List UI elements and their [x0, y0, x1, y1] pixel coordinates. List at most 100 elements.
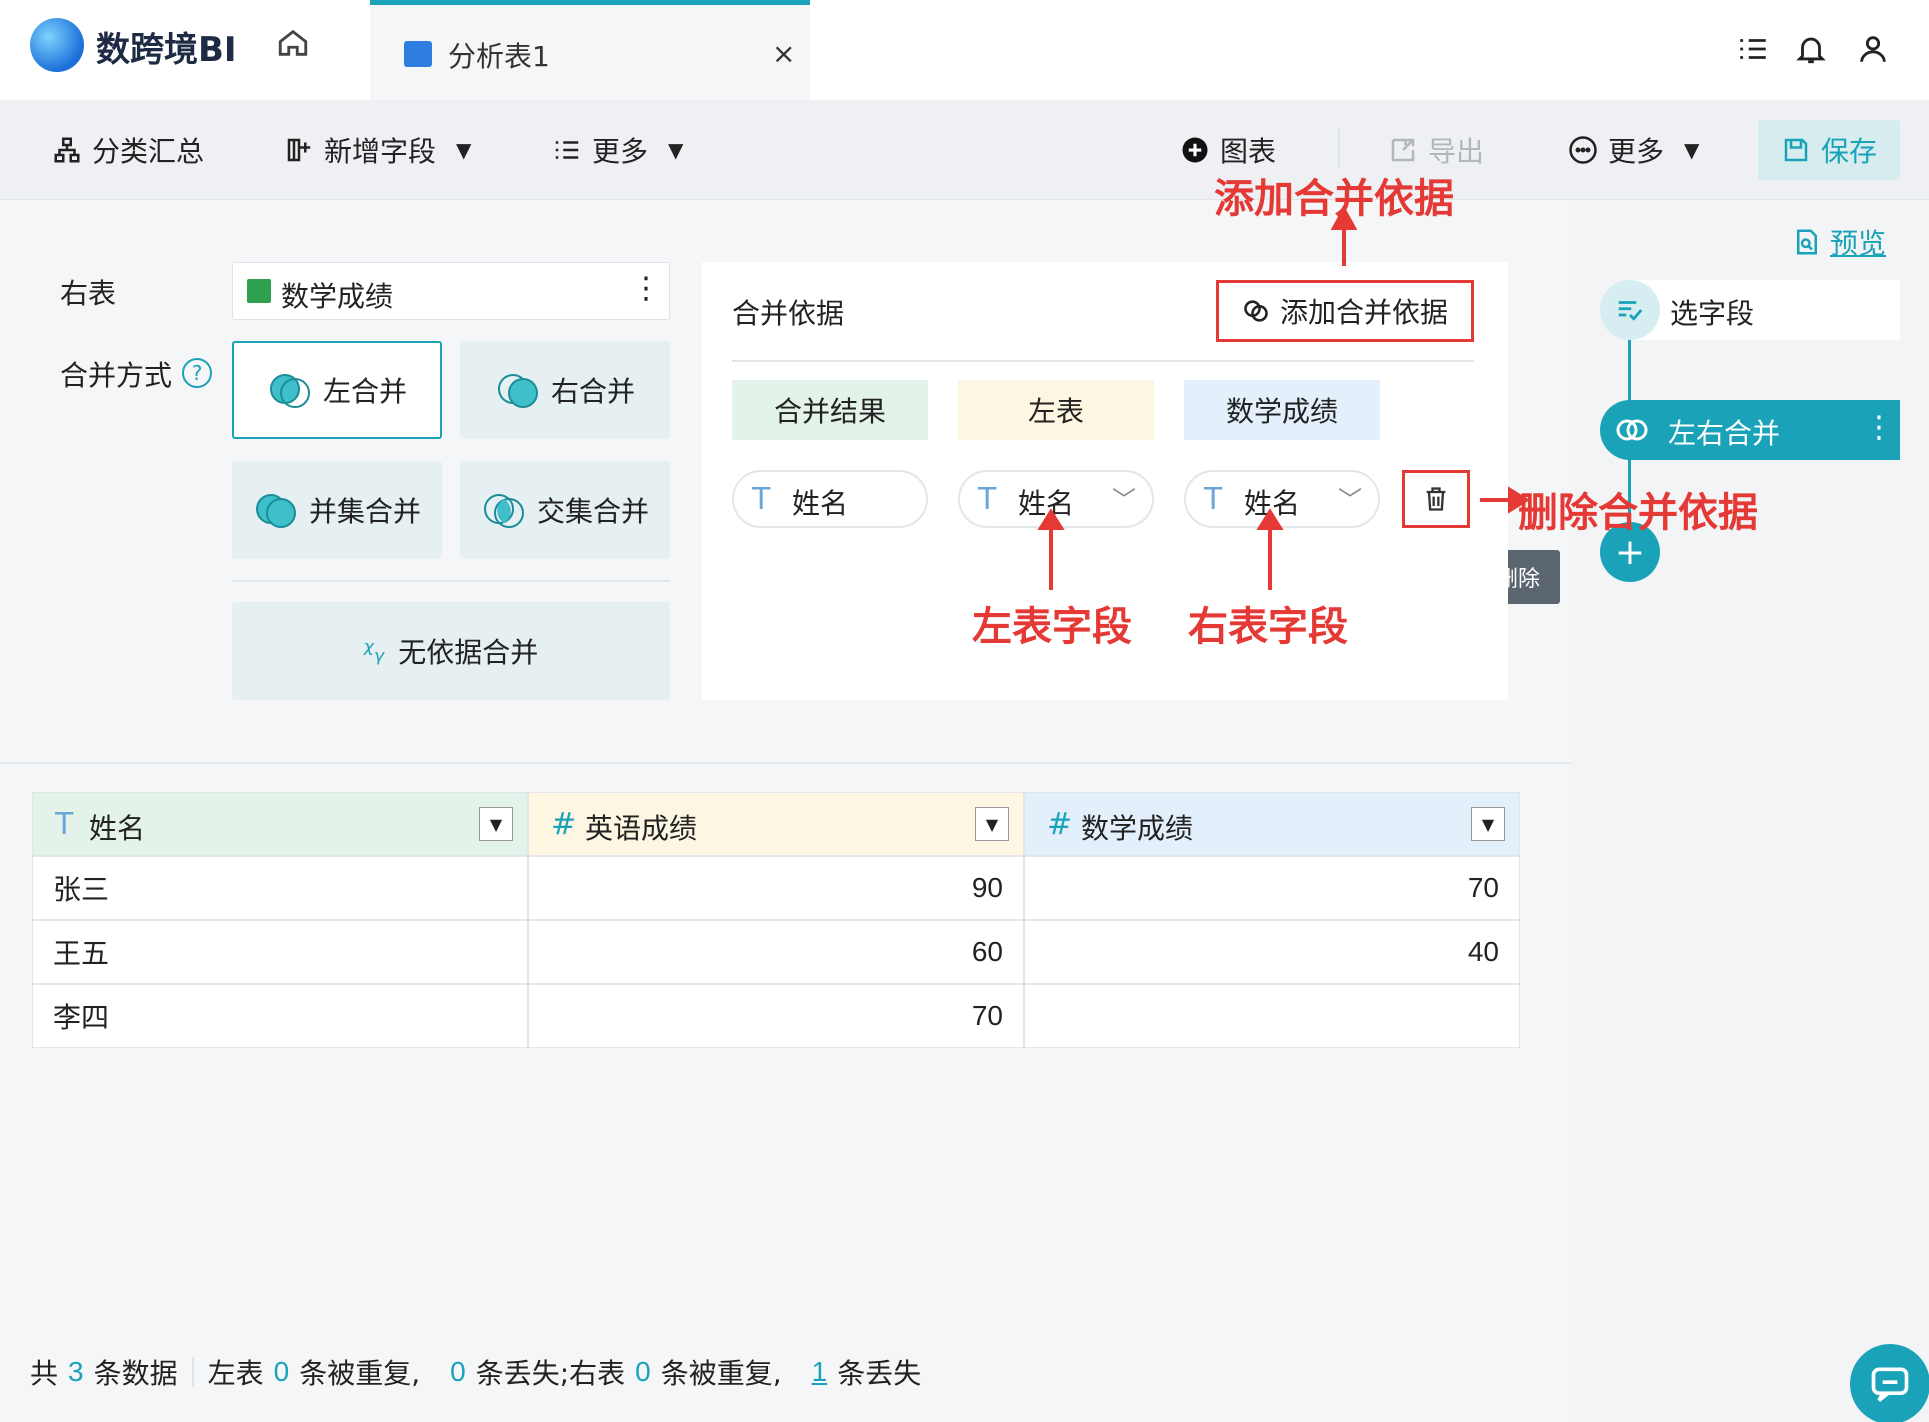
right-field-value: 姓名 [1244, 487, 1301, 520]
caret-down-icon: ▼ [1684, 138, 1700, 162]
right-table-select[interactable]: 数学成绩 ⋮ [232, 262, 670, 320]
footer-text: 条丢失; [475, 1357, 570, 1390]
step-merge-label: 左右合并 [1668, 417, 1781, 450]
ellipsis-circle-icon [1569, 136, 1597, 164]
right-dup-count: 0 [635, 1356, 651, 1387]
mode-right-merge[interactable]: 右合并 [460, 341, 670, 439]
hierarchy-icon [54, 137, 80, 163]
data-table: T 姓名 ▼ # 英语成绩 ▼ # 数学成绩 ▼ 张三 90 70 王五 60 … [32, 792, 1520, 1048]
logo-text: 数跨境BI [96, 30, 237, 70]
chart-button[interactable]: 图表 [1180, 130, 1276, 170]
left-dup-count: 0 [273, 1356, 290, 1387]
merge-result-field[interactable]: T 姓名 [732, 470, 928, 528]
export-label: 导出 [1428, 135, 1485, 168]
right-field-select[interactable]: T 姓名 ﹀ [1184, 470, 1380, 528]
left-merge-icon [269, 374, 310, 408]
checklist-icon[interactable] [1736, 32, 1770, 66]
more-left-label: 更多 [592, 135, 649, 168]
intersect-merge-icon [483, 494, 524, 528]
column-menu-icon[interactable]: ▼ [479, 807, 513, 841]
mode-left-merge[interactable]: 左合并 [232, 341, 442, 439]
bell-icon[interactable] [1794, 32, 1828, 66]
annotation-add-basis: 添加合并依据 [1214, 176, 1454, 222]
category-summary-label: 分类汇总 [92, 135, 205, 168]
more-right-label: 更多 [1608, 135, 1665, 168]
save-label: 保存 [1820, 135, 1877, 168]
logo-icon [30, 18, 84, 72]
mode-left-label: 左合并 [322, 375, 407, 408]
caret-down-icon: ▼ [456, 138, 472, 162]
home-icon[interactable] [276, 26, 310, 60]
delete-basis-button[interactable] [1402, 470, 1470, 528]
plus-circle-icon [1182, 137, 1208, 163]
step-select-fields[interactable]: 选字段 [1600, 280, 1900, 340]
footer-text: 条被重复, [660, 1357, 782, 1390]
chat-support-button[interactable] [1850, 1344, 1929, 1422]
table-cell[interactable]: 60 [528, 920, 1024, 984]
trash-icon [1426, 487, 1446, 511]
table-cell[interactable]: 70 [1024, 856, 1520, 920]
left-field-value: 姓名 [1018, 487, 1075, 520]
chat-icon [1871, 1367, 1909, 1402]
column-header-name[interactable]: T 姓名 ▼ [32, 792, 528, 856]
right-table-label: 右表 [60, 277, 117, 310]
preview-label: 预览 [1830, 227, 1887, 260]
right-merge-icon [497, 374, 538, 408]
chevron-down-icon: ﹀ [1338, 486, 1362, 514]
column-header-label: 数学成绩 [1081, 812, 1194, 845]
table-cell[interactable] [1024, 984, 1520, 1048]
chart-tab-icon [404, 41, 432, 67]
column-menu-icon[interactable]: ▼ [975, 807, 1009, 841]
status-footer: 共 3 条数据 左表 0 条被重复, 0 条丢失; 右表 0 条被重复, 1 条… [30, 1352, 921, 1392]
left-lost-count: 0 [450, 1356, 466, 1387]
table-cell[interactable]: 70 [528, 984, 1024, 1048]
merge-mode-label: 合并方式 [60, 359, 173, 392]
table-cell[interactable]: 40 [1024, 920, 1520, 984]
number-type-icon: # [1047, 807, 1073, 842]
table-cell[interactable]: 张三 [32, 856, 528, 920]
more-vertical-icon[interactable]: ⋮ [1864, 410, 1894, 445]
table-row: 张三 90 70 [32, 856, 1520, 920]
mode-no-basis-merge[interactable]: ᵡᵧ 无依据合并 [232, 602, 670, 700]
footer-text: 左表 [207, 1357, 264, 1390]
mode-right-label: 右合并 [550, 375, 635, 408]
save-button[interactable]: 保存 [1758, 120, 1900, 180]
category-summary-button[interactable]: 分类汇总 [52, 130, 204, 170]
user-icon[interactable] [1856, 32, 1890, 66]
preview-icon [1797, 229, 1817, 255]
column-header-math[interactable]: # 数学成绩 ▼ [1024, 792, 1520, 856]
preview-link[interactable]: 预览 [1792, 222, 1886, 262]
add-merge-basis-button[interactable]: 添加合并依据 [1216, 280, 1474, 342]
merge-basis-title: 合并依据 [732, 297, 845, 330]
annotation-left-field: 左表字段 [972, 604, 1132, 650]
add-field-label: 新增字段 [324, 135, 437, 168]
more-vertical-icon[interactable]: ⋮ [631, 271, 661, 306]
export-button[interactable]: 导出 [1388, 130, 1484, 170]
column-menu-icon[interactable]: ▼ [1471, 807, 1505, 841]
add-field-button[interactable]: 新增字段 ▼ [284, 130, 471, 170]
tab-analysis[interactable]: 分析表1 × [370, 0, 810, 100]
table-cell[interactable]: 李四 [32, 984, 528, 1048]
table-cell[interactable]: 90 [528, 856, 1024, 920]
left-field-select[interactable]: T 姓名 ﹀ [958, 470, 1154, 528]
step-left-right-merge[interactable]: 左右合并 ⋮ [1600, 400, 1900, 460]
link-icon [1244, 300, 1268, 322]
number-type-icon: # [551, 807, 577, 842]
merge-icon [1616, 419, 1648, 441]
mode-intersect-merge[interactable]: 交集合并 [460, 461, 670, 559]
footer-text: 右表 [569, 1357, 626, 1390]
table-area-divider [0, 762, 1570, 764]
select-fields-icon [1600, 280, 1660, 340]
help-icon[interactable]: ? [182, 358, 212, 388]
more-right-button[interactable]: 更多 ▼ [1568, 130, 1699, 170]
left-table-header: 左表 [958, 380, 1154, 440]
more-left-button[interactable]: 更多 ▼ [552, 130, 683, 170]
footer-text: 共 [30, 1357, 59, 1390]
side-panel [1570, 200, 1929, 1422]
close-icon[interactable]: × [772, 37, 795, 70]
xy-icon: ᵡᵧ [363, 634, 385, 668]
mode-union-merge[interactable]: 并集合并 [232, 461, 442, 559]
table-cell[interactable]: 王五 [32, 920, 528, 984]
right-lost-count-link[interactable]: 1 [812, 1356, 828, 1388]
column-header-english[interactable]: # 英语成绩 ▼ [528, 792, 1024, 856]
